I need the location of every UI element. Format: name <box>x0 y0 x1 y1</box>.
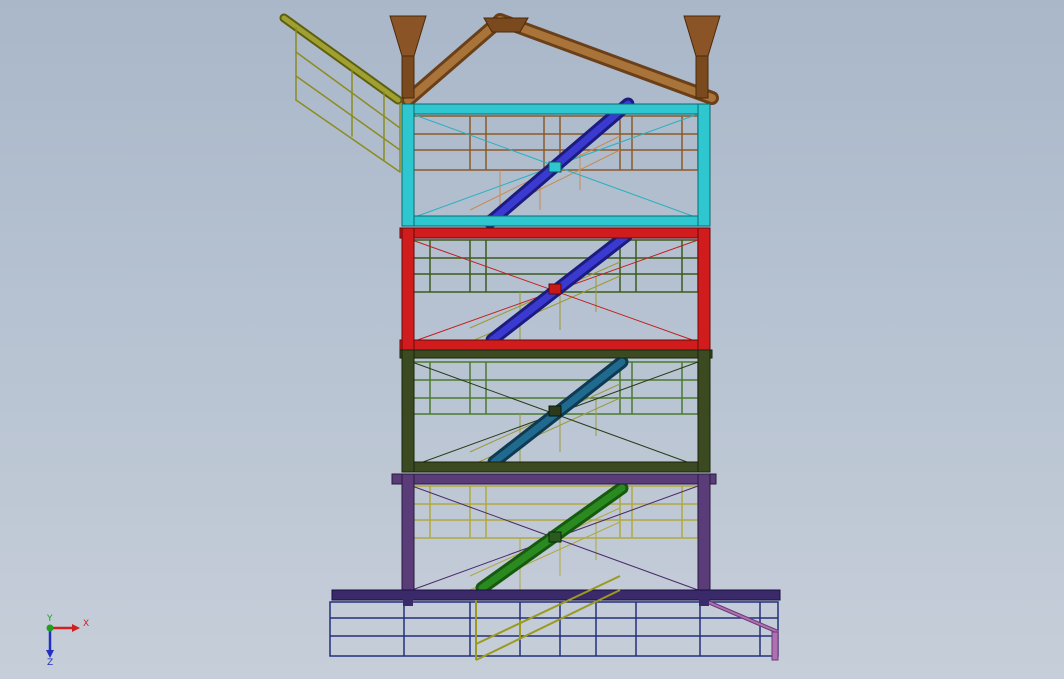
level-4-frame[interactable] <box>391 473 717 599</box>
cad-model-viewport[interactable] <box>0 0 1064 679</box>
base-platform[interactable] <box>329 575 781 661</box>
y-axis-label: Y <box>46 614 53 624</box>
z-axis-label: Z <box>47 658 53 666</box>
orientation-triad: X Y Z <box>46 614 89 666</box>
roof-truss[interactable] <box>389 13 721 107</box>
x-axis-label: X <box>83 619 89 629</box>
level-2-frame[interactable] <box>399 227 711 351</box>
y-axis-icon <box>46 624 54 632</box>
level-1-frame[interactable] <box>401 97 711 229</box>
top-left-cantilever-railing[interactable] <box>279 13 403 173</box>
level-3-frame[interactable] <box>399 349 713 473</box>
